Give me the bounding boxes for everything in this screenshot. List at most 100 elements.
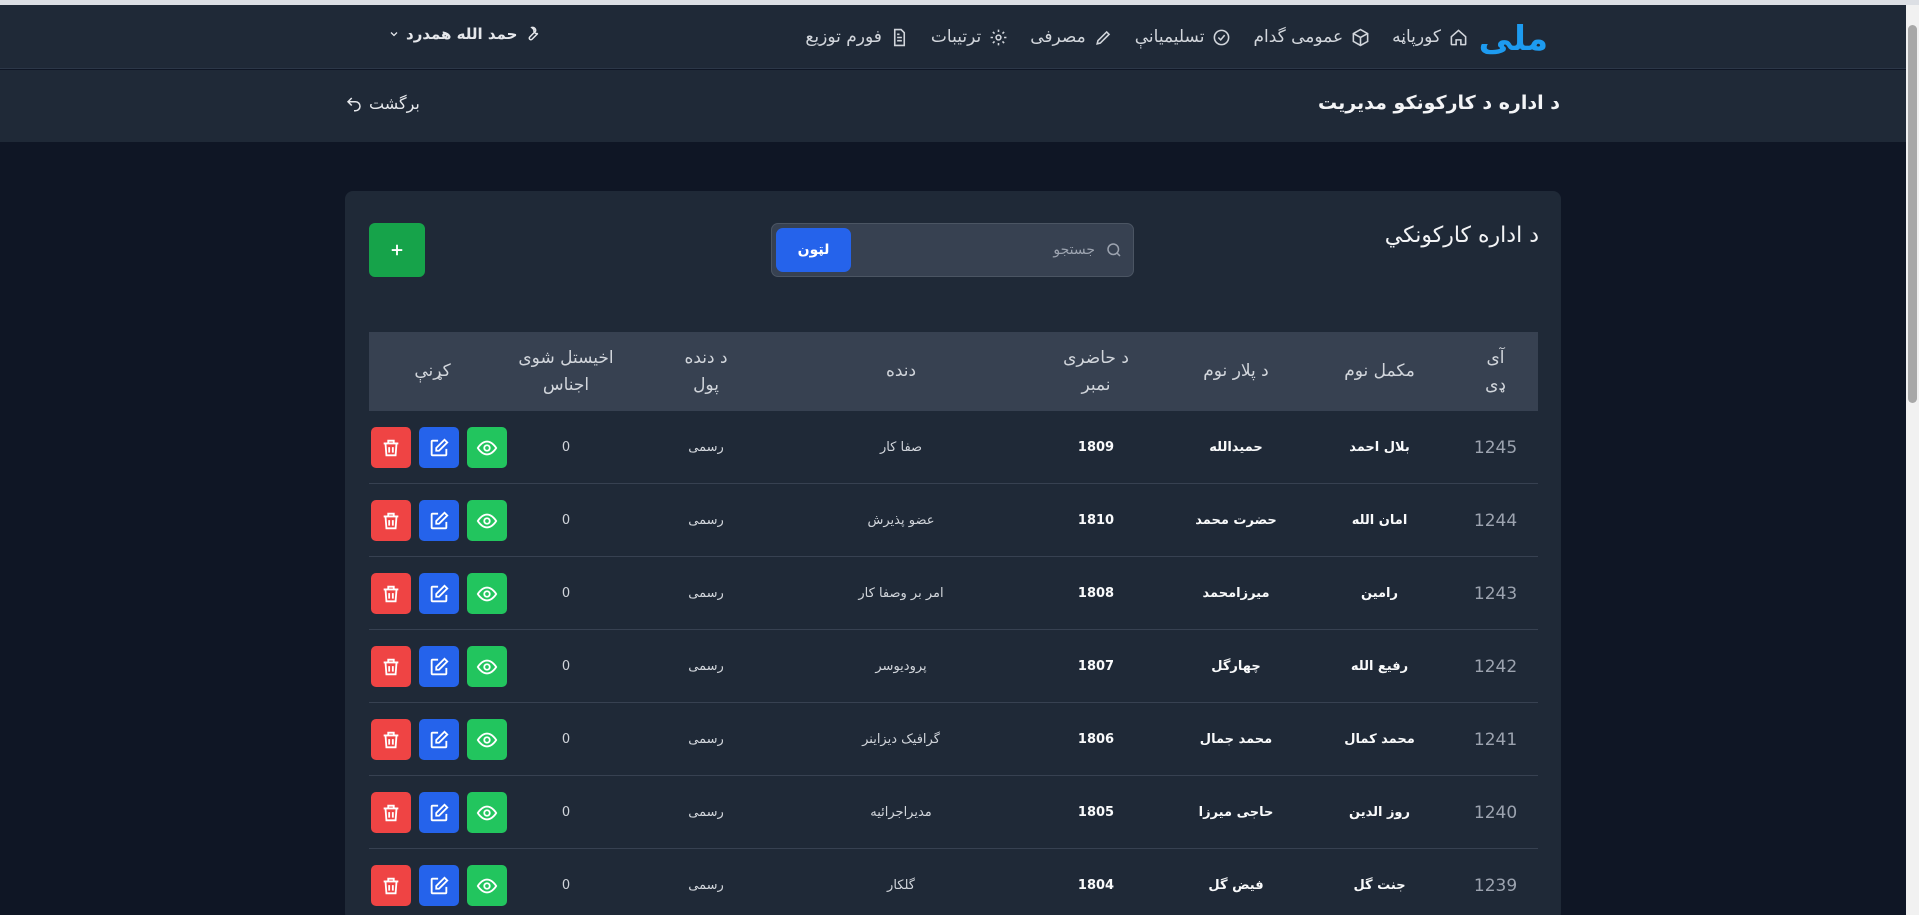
delete-button[interactable] <box>371 646 411 687</box>
cell-attendance-number: 1809 <box>1077 440 1115 455</box>
back-button[interactable]: برگشت <box>345 94 420 113</box>
logo[interactable]: ملی <box>1479 19 1550 59</box>
nav-link-label: تسلیمیانې <box>1134 27 1205 47</box>
delete-button[interactable] <box>371 719 411 760</box>
view-button[interactable] <box>467 792 507 833</box>
edit-button[interactable] <box>419 719 459 760</box>
search-button[interactable]: لټون <box>776 228 851 272</box>
delete-button[interactable] <box>371 573 411 614</box>
edit-button[interactable] <box>419 646 459 687</box>
nav-link-distribution-form[interactable]: فورم توزیع <box>805 27 909 47</box>
eye-icon <box>476 513 498 528</box>
cell-full-name: رفیع الله <box>1350 659 1409 674</box>
row-actions <box>371 792 507 833</box>
cell-position-pay: رسمی <box>688 805 724 820</box>
delete-button[interactable] <box>371 865 411 906</box>
box-icon <box>1352 28 1369 46</box>
cell-full-name: رامین <box>1361 586 1398 601</box>
view-button[interactable] <box>467 719 507 760</box>
header-position-pay: د دنده پول <box>684 347 728 395</box>
trash-icon <box>383 658 399 675</box>
cell-received-goods: 0 <box>561 586 571 601</box>
plus-icon <box>391 244 403 256</box>
delete-button[interactable] <box>371 792 411 833</box>
cell-position: مدیراجرائیه <box>870 805 932 820</box>
view-button[interactable] <box>467 500 507 541</box>
cell-full-name: روز الدین <box>1349 805 1411 820</box>
edit-button[interactable] <box>419 500 459 541</box>
table-row: 1243 رامین میرزامحمد 1808 امر بر وصفا کا… <box>369 557 1538 630</box>
search-icon <box>1107 243 1121 257</box>
edit-button[interactable] <box>419 865 459 906</box>
cell-received-goods: 0 <box>561 805 571 820</box>
cell-attendance-number: 1805 <box>1077 805 1115 820</box>
edit-icon <box>430 437 449 456</box>
cell-received-goods: 0 <box>561 659 571 674</box>
cell-id: 1244 <box>1473 510 1518 531</box>
nav-links: کورپاڼه عمومی گدام تسلیمیانې مصرفی ترتیب… <box>805 5 1468 69</box>
table-row: 1240 روز الدین حاجی میرزا 1805 مدیراجرائ… <box>369 776 1538 849</box>
cell-attendance-number: 1807 <box>1077 659 1115 674</box>
cell-id: 1241 <box>1473 729 1518 750</box>
page-header: د اداره د کارکونکو مدیریت برگشت <box>0 70 1906 142</box>
page-scrollbar[interactable] <box>1906 5 1919 915</box>
edit-button[interactable] <box>419 792 459 833</box>
header-actions: کړنې <box>414 361 451 381</box>
trash-icon <box>383 877 399 894</box>
cell-full-name: امان الله <box>1351 513 1408 528</box>
trash-icon <box>383 512 399 529</box>
nav-link-deliveries[interactable]: تسلیمیانې <box>1135 27 1232 47</box>
cell-received-goods: 0 <box>561 440 571 455</box>
search-input[interactable] <box>875 236 1095 264</box>
edit-button[interactable] <box>419 573 459 614</box>
delete-button[interactable] <box>371 427 411 468</box>
cell-position: عضو پذیرش <box>867 513 935 528</box>
cell-position: صفا کار <box>879 440 923 455</box>
nav-link-label: عمومی گدام <box>1253 27 1344 47</box>
header-received-goods: اخیستل شوی اجناس <box>518 347 614 395</box>
cell-position-pay: رسمی <box>688 732 724 747</box>
nav-link-label: فورم توزیع <box>805 27 882 47</box>
trash-icon <box>383 731 399 748</box>
view-button[interactable] <box>467 646 507 687</box>
cell-attendance-number: 1810 <box>1077 513 1115 528</box>
add-employee-button[interactable] <box>369 223 425 277</box>
nav-link-warehouse[interactable]: عمومی گدام <box>1253 27 1370 47</box>
nav-link-consumption[interactable]: مصرفی <box>1030 27 1113 47</box>
header-father-name: د پلار نوم <box>1203 361 1269 381</box>
eye-icon <box>476 659 498 674</box>
undo-arrow-icon <box>346 96 361 111</box>
edit-icon <box>430 875 449 894</box>
nav-link-label: کورپاڼه <box>1392 27 1441 47</box>
check-circle-icon <box>1214 29 1230 45</box>
table-body: 1245 بلال احمد حمیدالله 1809 صفا کار رسم… <box>369 411 1538 915</box>
gear-icon <box>990 29 1007 45</box>
wrench-icon <box>529 26 539 41</box>
row-actions <box>371 427 507 468</box>
eye-icon <box>476 586 498 601</box>
edit-icon <box>430 656 449 675</box>
card-title: د اداره کارکونکي <box>1384 223 1539 248</box>
cell-full-name: بلال احمد <box>1349 440 1410 455</box>
cell-father-name: چهارگل <box>1211 659 1261 674</box>
nav-link-dashboard[interactable]: کورپاڼه <box>1392 27 1468 47</box>
edit-icon <box>430 510 449 529</box>
cell-position-pay: رسمی <box>688 586 724 601</box>
nav-link-settings[interactable]: ترتیبات <box>931 27 1008 47</box>
cell-position: امر بر وصفا کار <box>858 586 944 601</box>
delete-button[interactable] <box>371 500 411 541</box>
cell-position: گلکار <box>887 878 915 893</box>
header-full-name: مکمل نوم <box>1344 361 1415 381</box>
scrollbar-thumb[interactable] <box>1908 25 1917 403</box>
cell-full-name: محمد کمال <box>1344 732 1415 747</box>
row-actions <box>371 865 507 906</box>
employees-table: آی ډی مکمل نوم د پلار نوم د حاضری نمبر د… <box>369 332 1538 915</box>
view-button[interactable] <box>467 573 507 614</box>
header-position: دنده <box>885 361 917 381</box>
row-actions <box>371 646 507 687</box>
view-button[interactable] <box>467 427 507 468</box>
edit-button[interactable] <box>419 427 459 468</box>
trash-icon <box>383 585 399 602</box>
view-button[interactable] <box>467 865 507 906</box>
user-menu[interactable]: حمد الله همدرد <box>388 25 541 43</box>
